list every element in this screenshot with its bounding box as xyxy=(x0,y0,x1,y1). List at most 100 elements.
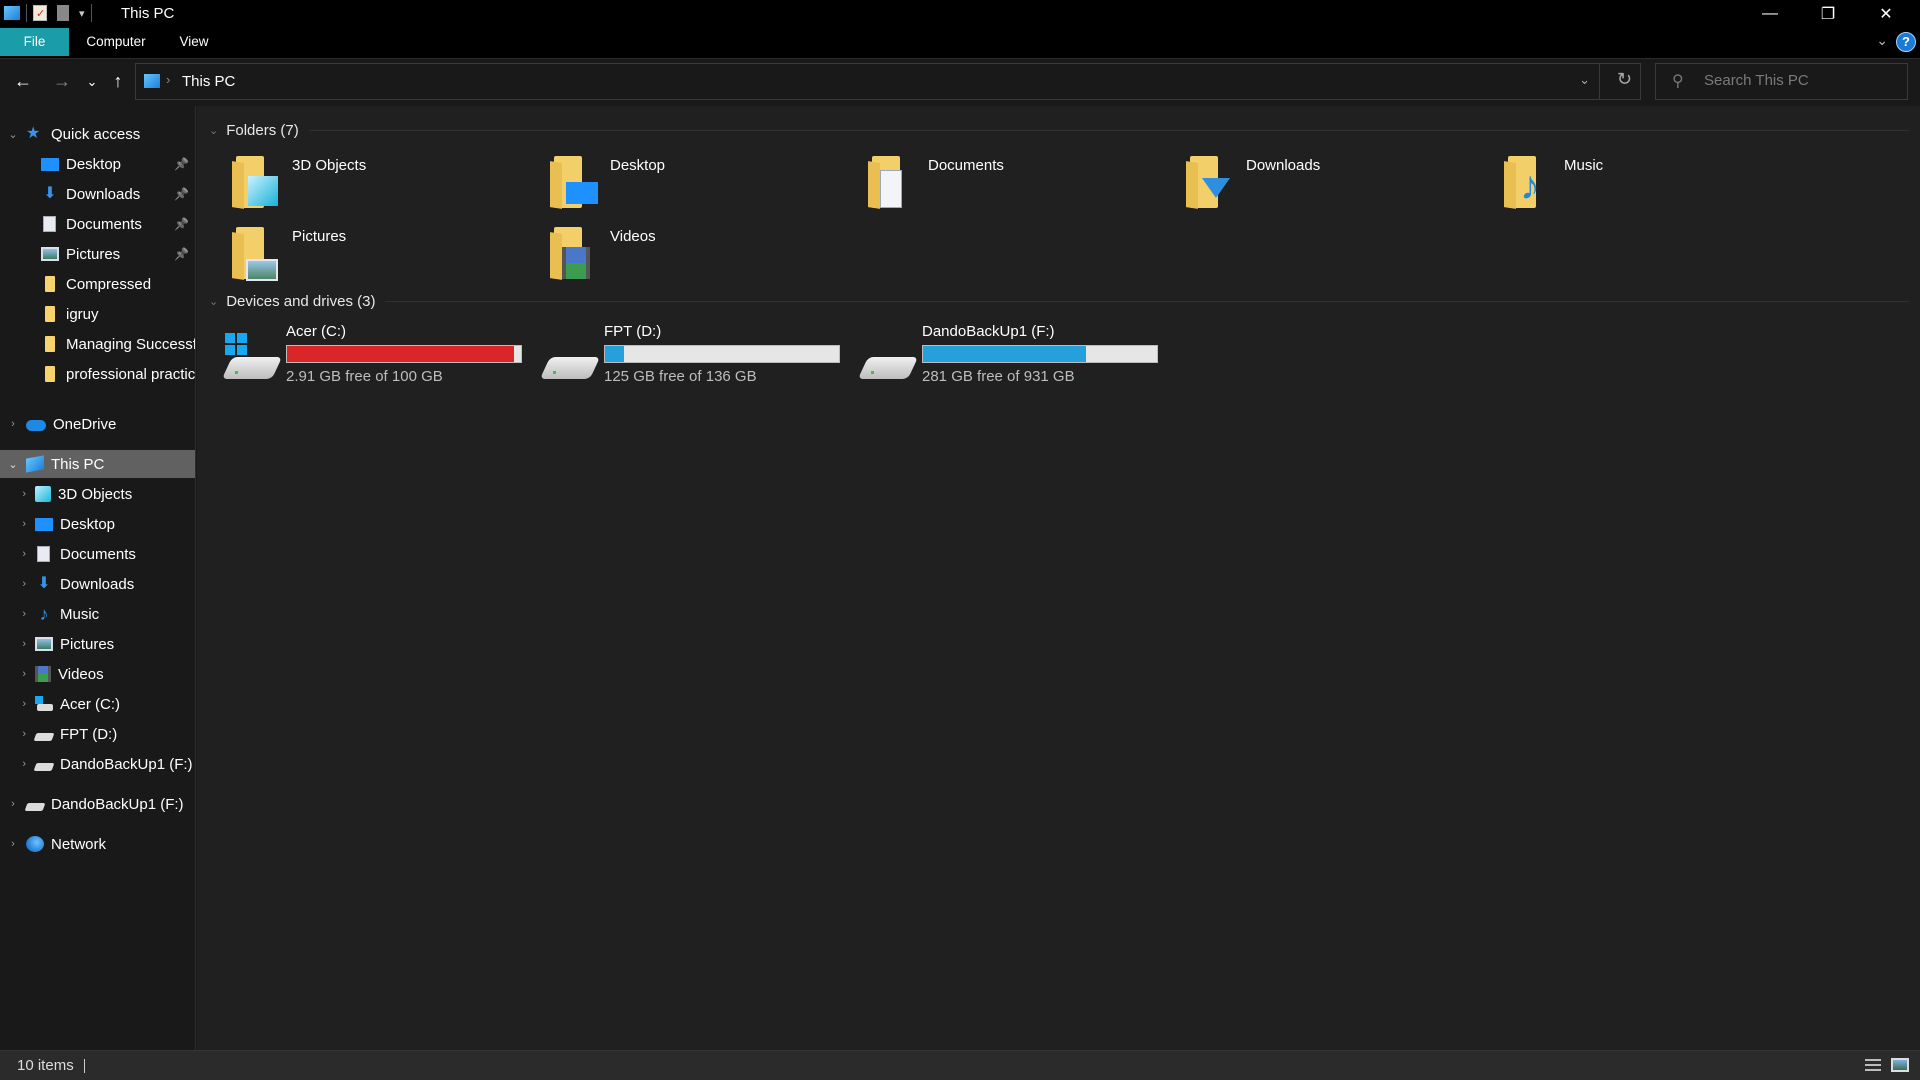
sidebar-item-label: igruy xyxy=(66,305,99,323)
drive-tile[interactable]: Acer (C:) 2.91 GB free of 100 GB xyxy=(221,323,543,391)
refresh-button[interactable]: ↻ xyxy=(1617,69,1632,90)
sidebar-item-desktop[interactable]: Desktop 📌 xyxy=(0,150,195,178)
sidebar-item-external-drive[interactable]: › DandoBackUp1 (F:) xyxy=(0,790,195,818)
sidebar-item-managing-successfu[interactable]: Managing Successfu xyxy=(0,330,195,358)
sidebar-item-fpt-d[interactable]: › FPT (D:) xyxy=(0,720,195,748)
drive-free-space: 2.91 GB free of 100 GB xyxy=(286,368,443,385)
sidebar-item-compressed[interactable]: Compressed xyxy=(0,270,195,298)
recent-locations-button[interactable]: ⌄ xyxy=(80,74,104,90)
folder-name: Downloads xyxy=(1246,157,1321,174)
pin-icon[interactable]: 📌 xyxy=(174,247,189,261)
properties-icon[interactable]: ✓ xyxy=(33,5,47,21)
drive-tile[interactable]: FPT (D:) 125 GB free of 136 GB xyxy=(539,323,861,391)
pin-icon[interactable]: 📌 xyxy=(174,187,189,201)
minimize-button[interactable]: — xyxy=(1741,0,1799,28)
expand-chevron-icon[interactable]: › xyxy=(0,418,26,430)
folder-pictures[interactable]: Pictures xyxy=(230,223,540,285)
documents-folder-icon xyxy=(866,154,922,210)
drive-usage-bar xyxy=(922,345,1158,363)
drive-usage-fill xyxy=(605,346,624,362)
details-view-button[interactable] xyxy=(1863,1056,1883,1074)
expand-ribbon-icon[interactable]: ⌄ xyxy=(1876,32,1888,49)
sidebar-item-acer-c[interactable]: › Acer (C:) xyxy=(0,690,195,718)
sidebar-item-this-pc[interactable]: ⌄ This PC xyxy=(0,450,195,478)
sidebar-item-quick-access[interactable]: ⌄ ★ Quick access xyxy=(0,120,195,148)
close-button[interactable]: ✕ xyxy=(1857,0,1915,28)
sidebar-item-igruy[interactable]: igruy xyxy=(0,300,195,328)
expand-chevron-icon[interactable]: › xyxy=(0,838,26,850)
sidebar-item-onedrive[interactable]: › OneDrive xyxy=(0,410,195,438)
sidebar-item-3d-objects[interactable]: › 3D Objects xyxy=(0,480,195,508)
collapse-chevron-icon[interactable]: ⌄ xyxy=(0,128,26,141)
collapse-chevron-icon[interactable]: ⌄ xyxy=(209,295,218,308)
drives-group-header[interactable]: ⌄ Devices and drives (3) xyxy=(209,293,1909,310)
expand-chevron-icon[interactable]: › xyxy=(0,698,35,710)
expand-chevron-icon[interactable]: › xyxy=(0,798,26,810)
address-history-dropdown[interactable]: ⌄ xyxy=(1579,72,1590,88)
pin-icon[interactable]: 📌 xyxy=(174,157,189,171)
up-button[interactable]: ↑ xyxy=(106,71,130,92)
drive-name: Acer (C:) xyxy=(286,323,346,340)
sidebar-item-pictures[interactable]: › Pictures xyxy=(0,630,195,658)
downloads-icon: ⬇ xyxy=(43,185,57,202)
sidebar-item-dandobackup1-f[interactable]: › DandoBackUp1 (F:) xyxy=(0,750,195,778)
customize-toolbar-icon[interactable]: ▾ xyxy=(79,7,85,20)
file-list-view[interactable]: ⌄ Folders (7) 3D Objects Desktop Documents… xyxy=(197,106,1920,1050)
sidebar-item-desktop[interactable]: › Desktop xyxy=(0,510,195,538)
sidebar-item-videos[interactable]: › Videos xyxy=(0,660,195,688)
breadcrumb-separator[interactable]: › xyxy=(166,72,170,87)
breadcrumb-this-pc[interactable]: This PC xyxy=(182,73,235,90)
drive-tile[interactable]: DandoBackUp1 (F:) 281 GB free of 931 GB xyxy=(857,323,1179,391)
large-icons-view-button[interactable] xyxy=(1890,1056,1910,1074)
pin-icon[interactable]: 📌 xyxy=(174,217,189,231)
expand-chevron-icon[interactable]: › xyxy=(0,578,35,590)
sidebar-item-music[interactable]: › ♪ Music xyxy=(0,600,195,628)
address-bar[interactable]: › This PC ⌄ ↻ xyxy=(135,63,1641,100)
folder-downloads[interactable]: Downloads xyxy=(1184,152,1494,214)
expand-chevron-icon[interactable]: › xyxy=(0,608,35,620)
expand-chevron-icon[interactable]: › xyxy=(0,518,35,530)
folders-group-header[interactable]: ⌄ Folders (7) xyxy=(209,122,1909,139)
forward-button[interactable]: → xyxy=(50,71,74,92)
item-count: 10 items xyxy=(17,1057,74,1074)
tab-file[interactable]: File xyxy=(0,28,69,56)
this-pc-app-icon[interactable] xyxy=(4,6,20,20)
tab-computer[interactable]: Computer xyxy=(76,28,156,56)
expand-chevron-icon[interactable]: › xyxy=(0,638,35,650)
folder-documents[interactable]: Documents xyxy=(866,152,1176,214)
navigation-pane[interactable]: ⌄ ★ Quick access › OneDrive ⌄ This PC › … xyxy=(0,106,196,1050)
expand-chevron-icon[interactable]: › xyxy=(0,668,35,680)
folder-desktop[interactable]: Desktop xyxy=(548,152,858,214)
restore-button[interactable]: ❐ xyxy=(1799,0,1857,28)
pictures-icon xyxy=(35,637,53,651)
search-input[interactable] xyxy=(1704,72,1899,89)
sidebar-item-documents[interactable]: › Documents xyxy=(0,540,195,568)
folder-music[interactable]: ♪ Music xyxy=(1502,152,1812,214)
folder-icon xyxy=(45,366,55,382)
sidebar-item-downloads[interactable]: ⬇ Downloads 📌 xyxy=(0,180,195,208)
3d-objects-icon xyxy=(35,486,51,502)
search-box[interactable]: ⚲ xyxy=(1655,63,1908,100)
expand-chevron-icon[interactable]: › xyxy=(0,488,35,500)
collapse-chevron-icon[interactable]: ⌄ xyxy=(0,458,26,471)
expand-chevron-icon[interactable]: › xyxy=(0,728,35,740)
tab-view[interactable]: View xyxy=(170,28,218,56)
sidebar-item-downloads[interactable]: › ⬇ Downloads xyxy=(0,570,195,598)
expand-chevron-icon[interactable]: › xyxy=(0,758,35,770)
sidebar-item-label: Compressed xyxy=(66,275,152,293)
sidebar-item-documents[interactable]: Documents 📌 xyxy=(0,210,195,238)
collapse-chevron-icon[interactable]: ⌄ xyxy=(209,124,218,137)
quick-access-toolbar: ✓ ▾ xyxy=(4,4,98,22)
new-folder-icon[interactable] xyxy=(57,5,69,21)
folder-videos[interactable]: Videos xyxy=(548,223,858,285)
folder-3d-objects[interactable]: 3D Objects xyxy=(230,152,540,214)
sidebar-item-professional-practic[interactable]: professional practic xyxy=(0,360,195,388)
drive-icon xyxy=(539,331,601,387)
back-button[interactable]: ← xyxy=(11,71,35,92)
address-divider xyxy=(1599,64,1600,99)
expand-chevron-icon[interactable]: › xyxy=(0,548,35,560)
videos-folder-icon xyxy=(548,225,604,281)
sidebar-item-pictures[interactable]: Pictures 📌 xyxy=(0,240,195,268)
help-icon[interactable]: ? xyxy=(1896,32,1916,52)
sidebar-item-network[interactable]: › Network xyxy=(0,830,195,858)
